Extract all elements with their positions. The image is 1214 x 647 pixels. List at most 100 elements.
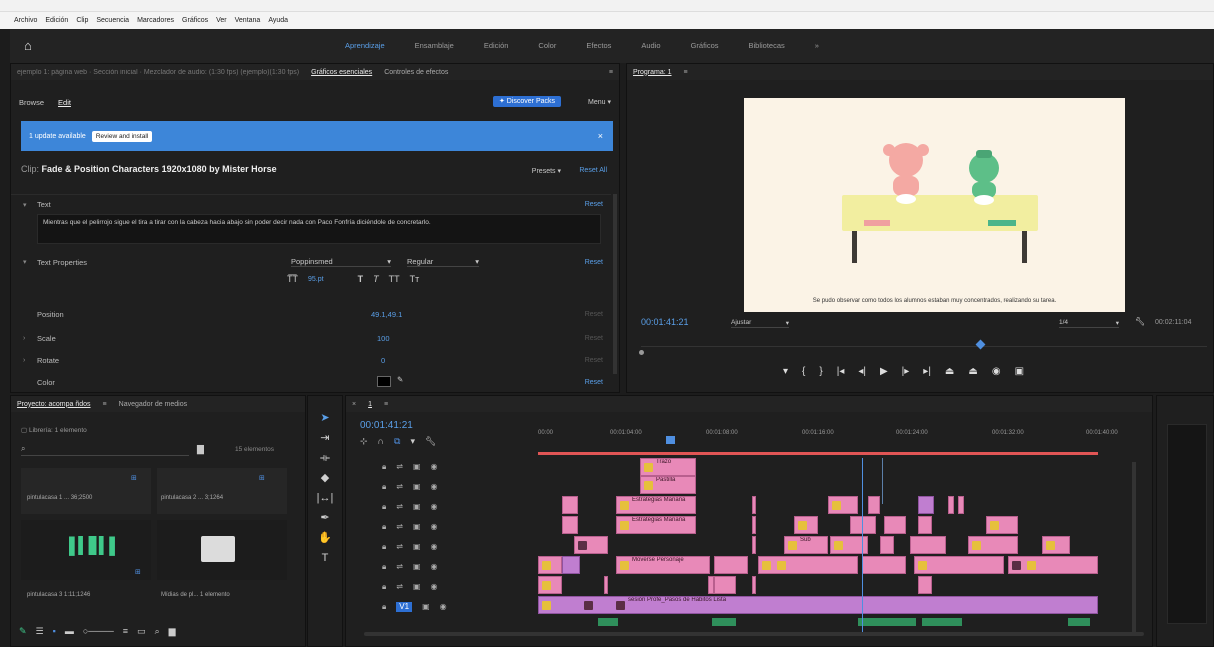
color-swatch[interactable]: [377, 376, 391, 387]
timeline-clip[interactable]: [574, 536, 608, 554]
toggle-output-icon[interactable]: ▣: [413, 502, 421, 512]
freeform-view-icon[interactable]: ▬: [65, 626, 74, 637]
review-install-button[interactable]: Review and install: [91, 130, 153, 142]
new-bin-bottom-icon[interactable]: ▆: [169, 626, 176, 637]
linked-selection-icon[interactable]: ⧉: [394, 436, 400, 447]
extract-icon[interactable]: ⏏: [968, 366, 977, 377]
workspace-tab-bibliotecas[interactable]: Bibliotecas: [749, 39, 785, 52]
toggle-output-icon[interactable]: ▣: [413, 582, 421, 592]
scrubber-start-handle[interactable]: [639, 350, 644, 355]
position-reset[interactable]: Reset: [585, 311, 603, 318]
eye-icon[interactable]: ◉: [440, 602, 447, 612]
font-weight-dropdown[interactable]: Regular ▾: [407, 257, 479, 267]
timeline-clip[interactable]: [884, 516, 906, 534]
menu-ayuda[interactable]: Ayuda: [268, 17, 288, 24]
pencil-icon[interactable]: ✎: [19, 626, 27, 637]
menu-graficos[interactable]: Gráficos: [182, 17, 208, 24]
lock-icon[interactable]: 🔒︎: [382, 602, 386, 612]
insert-sequence-icon[interactable]: ⊹: [360, 436, 368, 447]
timeline-clip[interactable]: [1008, 556, 1098, 574]
sync-lock-icon[interactable]: ⇌: [396, 502, 403, 512]
bold-icon[interactable]: T: [358, 274, 364, 284]
audio-item-thumb[interactable]: ▌▍▋▍▌ ⊞: [21, 520, 151, 580]
timeline-clip[interactable]: Trazo: [640, 458, 696, 476]
program-monitor-title[interactable]: Programa: 1: [633, 69, 672, 76]
timeline-clip[interactable]: [1042, 536, 1070, 554]
eye-icon[interactable]: ◉: [431, 502, 438, 512]
rotate-value[interactable]: 0: [381, 356, 385, 365]
track-select-tool-icon[interactable]: ⇥: [308, 428, 342, 448]
quality-dropdown[interactable]: 1/4 ▾: [1059, 319, 1119, 328]
workspace-tab-ensamblaje[interactable]: Ensamblaje: [415, 39, 454, 52]
menu-secuencia[interactable]: Secuencia: [96, 17, 129, 24]
timeline-horizontal-scrollbar[interactable]: [364, 632, 1144, 636]
timeline-clip[interactable]: [538, 576, 562, 594]
timeline-clip[interactable]: [958, 496, 964, 514]
workspace-tab-audio[interactable]: Audio: [641, 39, 660, 52]
menu-marcadores[interactable]: Marcadores: [137, 17, 174, 24]
toggle-output-icon[interactable]: ▣: [413, 562, 421, 572]
eyedropper-icon[interactable]: ✎: [397, 375, 403, 384]
presets-dropdown[interactable]: Presets ▾: [532, 167, 561, 175]
timeline-vertical-scrollbar[interactable]: [1132, 462, 1136, 632]
eye-icon[interactable]: ◉: [431, 482, 438, 492]
toggle-output-icon[interactable]: ▣: [422, 602, 430, 612]
comparison-view-icon[interactable]: ▣: [1015, 366, 1024, 377]
position-value[interactable]: 49.1,49.1: [371, 310, 402, 319]
timeline-clip[interactable]: [968, 536, 1018, 554]
timeline-clip[interactable]: [862, 556, 906, 574]
toggle-output-icon[interactable]: ▣: [413, 482, 421, 492]
lock-icon[interactable]: 🔒︎: [382, 562, 386, 572]
eye-icon[interactable]: ◉: [431, 522, 438, 532]
sync-lock-icon[interactable]: ⇌: [396, 462, 403, 472]
timeline-clip[interactable]: Pastilla: [640, 476, 696, 494]
lock-icon[interactable]: 🔒︎: [382, 482, 386, 492]
menu-edicion[interactable]: Edición: [45, 17, 68, 24]
new-bin-icon[interactable]: ▇: [197, 444, 204, 455]
program-scrubber[interactable]: [641, 339, 1207, 356]
panel-menu-icon[interactable]: ≡: [609, 69, 613, 76]
timeline-clip[interactable]: Estrategias Mañana: [616, 516, 696, 534]
eg-scrollbar[interactable]: [613, 194, 617, 374]
close-icon[interactable]: ×: [352, 401, 356, 408]
go-to-in-icon[interactable]: |◂: [837, 366, 845, 377]
timeline-clip[interactable]: sesión Profe_Pasos de Hábitos Lista: [538, 596, 1098, 614]
add-marker-icon[interactable]: ▾: [410, 436, 415, 447]
timeline-clip[interactable]: [562, 516, 578, 534]
timeline-clip[interactable]: [828, 496, 858, 514]
timeline-clip[interactable]: [914, 556, 1004, 574]
timeline-clip[interactable]: [880, 536, 894, 554]
lift-icon[interactable]: ⏏: [945, 366, 954, 377]
project-item-thumb[interactable]: ⊞: [21, 468, 151, 514]
toggle-output-icon[interactable]: ▣: [413, 522, 421, 532]
list-view-icon[interactable]: ☰: [36, 626, 44, 637]
playhead-handle[interactable]: [666, 436, 675, 444]
fit-dropdown[interactable]: Ajustar ▾: [731, 319, 789, 328]
timeline-clip[interactable]: Estrategias Mañana: [616, 496, 696, 514]
playhead-marker[interactable]: [975, 339, 986, 350]
menu-ver[interactable]: Ver: [216, 17, 227, 24]
chevron-right-icon[interactable]: ›: [23, 357, 25, 364]
timeline-clip[interactable]: [714, 556, 748, 574]
text-properties-reset-link[interactable]: Reset: [585, 259, 603, 266]
scale-value[interactable]: 100: [377, 334, 390, 343]
pen-tool-icon[interactable]: ✒: [308, 508, 342, 528]
settings-wrench-icon[interactable]: 🔧︎: [1135, 317, 1145, 326]
chevron-down-icon[interactable]: ▾: [23, 258, 27, 266]
workspace-tab-efectos[interactable]: Efectos: [586, 39, 611, 52]
program-timecode[interactable]: 00:01:41:21: [641, 317, 689, 327]
workspace-tab-aprendizaje[interactable]: Aprendizaje: [345, 39, 385, 52]
timeline-clip[interactable]: [752, 576, 756, 594]
toggle-output-icon[interactable]: ▣: [413, 462, 421, 472]
bin-item-thumb[interactable]: [157, 520, 287, 580]
timeline-clip[interactable]: [986, 516, 1018, 534]
audio-clip[interactable]: [922, 618, 962, 626]
menu-dropdown[interactable]: Menu ▾: [588, 98, 611, 106]
timeline-clip[interactable]: [910, 536, 946, 554]
timeline-clip[interactable]: Moverse Personaje: [616, 556, 710, 574]
timeline-clip[interactable]: [948, 496, 954, 514]
timeline-clip[interactable]: [752, 536, 756, 554]
timeline-clip[interactable]: [918, 496, 934, 514]
text-section-header[interactable]: ▾ Text Reset: [11, 194, 611, 214]
timeline-clip[interactable]: [918, 516, 932, 534]
